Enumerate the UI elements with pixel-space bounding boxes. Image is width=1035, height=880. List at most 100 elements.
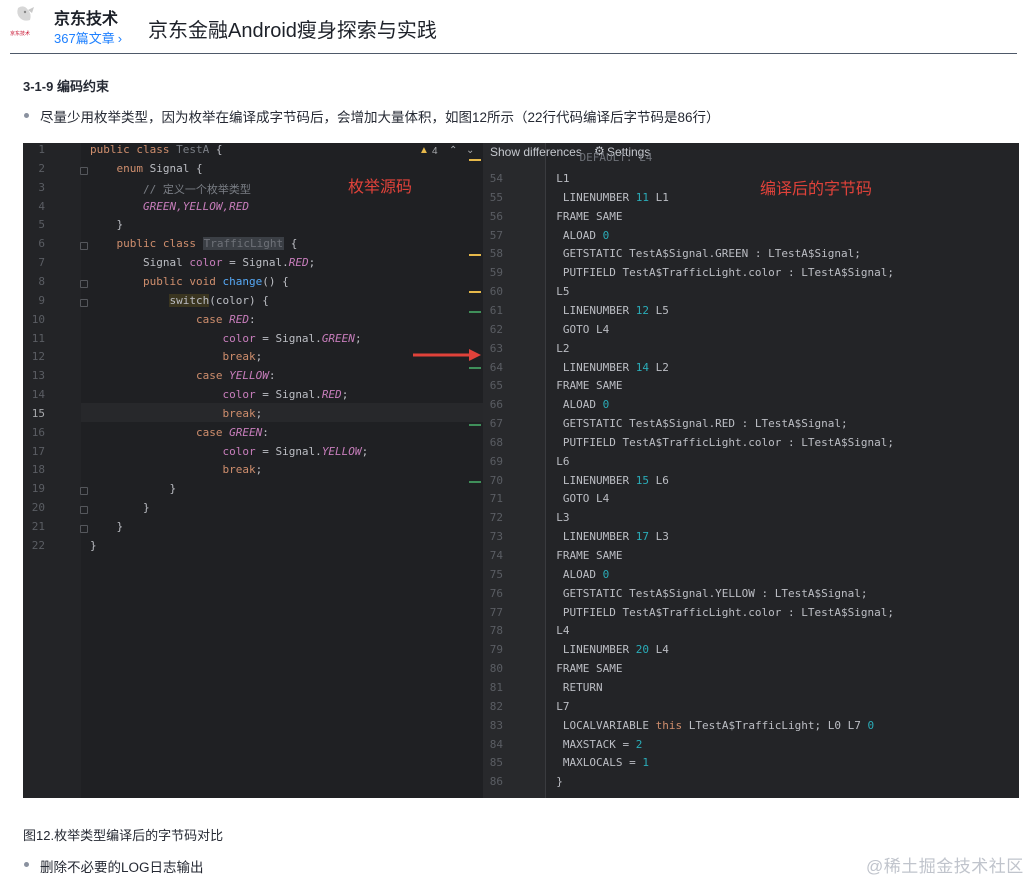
- line-number: 7: [38, 256, 45, 270]
- code-line: break;: [222, 406, 263, 420]
- line-number: 64: [489, 360, 503, 374]
- change-marker: [469, 424, 481, 426]
- bytecode-label: 编译后的字节码: [760, 179, 873, 198]
- line-number: 74: [489, 549, 503, 562]
- fold-marker-icon[interactable]: [80, 298, 88, 307]
- code-line: LINENUMBER 14 L2: [543, 360, 669, 374]
- fold-marker-icon[interactable]: [80, 487, 88, 496]
- change-marker: [469, 367, 481, 369]
- code-line: L4: [543, 624, 570, 638]
- code-line: PUTFIELD TestA$TrafficLight.color : LTes…: [543, 266, 894, 280]
- line-number: 80: [489, 662, 503, 676]
- code-line: color = Signal.YELLOW;: [222, 444, 369, 458]
- change-marker: [469, 291, 481, 293]
- article-header: 京东技术 京东技术 367篇文章 › 京东金融Android瘦身探索与实践: [0, 0, 1035, 56]
- line-number: 68: [489, 435, 503, 449]
- code-line: L6: [543, 454, 570, 468]
- change-marker: [469, 159, 481, 161]
- fold-marker-icon[interactable]: [80, 166, 88, 175]
- line-number: 2: [38, 161, 45, 175]
- code-line: LINENUMBER 12 L5: [543, 303, 669, 317]
- code-line: }: [90, 520, 124, 533]
- code-line: // 定义一个枚举类型: [90, 182, 251, 196]
- line-number: 65: [489, 379, 503, 393]
- line-number: 81: [489, 680, 503, 694]
- code-line: FRAME SAME: [543, 379, 623, 393]
- code-line: Signal color = Signal.RED;: [90, 256, 316, 270]
- line-number: 54: [489, 172, 503, 185]
- line-number: 76: [489, 586, 503, 600]
- line-number: 60: [489, 285, 503, 299]
- line-number: 11: [31, 331, 45, 345]
- chevron-up-icon[interactable]: ⌃: [449, 145, 457, 156]
- paragraph-bullet-2: 删除不必要的LOG日志输出: [40, 860, 204, 875]
- line-number: 84: [489, 737, 503, 751]
- line-number: 61: [489, 303, 503, 317]
- line-number: 17: [31, 444, 45, 458]
- line-number: 73: [489, 530, 503, 544]
- line-number: 16: [31, 425, 45, 439]
- line-number: 86: [489, 775, 503, 789]
- line-number: 6: [38, 237, 45, 251]
- code-line: }: [90, 482, 177, 496]
- line-number: 18: [31, 463, 45, 477]
- code-line: public void change() {: [142, 274, 289, 288]
- fold-marker-icon[interactable]: [80, 279, 88, 288]
- line-number: 20: [31, 501, 45, 515]
- figure-caption: 图12.枚举类型编译后的字节码对比: [23, 828, 224, 843]
- code-line: ALOAD 0: [543, 228, 610, 242]
- code-line: L3: [543, 511, 570, 525]
- code-line: case YELLOW:: [195, 369, 276, 383]
- author-logo[interactable]: 京东技术: [10, 4, 40, 40]
- line-number: 77: [489, 605, 503, 619]
- code-line: MAXSTACK = 2: [543, 737, 643, 751]
- red-arrow-icon: [413, 349, 481, 361]
- fold-marker-icon[interactable]: [80, 525, 88, 533]
- line-number: 79: [489, 643, 503, 657]
- change-marker: [469, 311, 481, 313]
- code-line: GOTO L4: [543, 492, 610, 506]
- code-line: case GREEN:: [195, 425, 269, 439]
- line-number: 3: [38, 180, 45, 194]
- line-number: 72: [489, 511, 503, 525]
- code-line: LINENUMBER 11 L1: [543, 190, 669, 204]
- enum-source-label: 枚举源码: [348, 177, 413, 196]
- chevron-down-icon[interactable]: ⌄: [466, 145, 474, 156]
- watermark: @稀土掘金技术社区: [866, 857, 1024, 876]
- chevron-right-icon: ›: [117, 31, 123, 46]
- code-line: MAXLOCALS = 1: [543, 756, 649, 770]
- code-comparison-figure: Show differences ⚙ Settings ▲ 4 ⌃ ⌄ 1234…: [23, 143, 1019, 798]
- code-line: }: [90, 218, 124, 232]
- code-line: PUTFIELD TestA$TrafficLight.color : LTes…: [543, 605, 894, 619]
- line-number: 22: [31, 538, 45, 552]
- bullet-dot: [24, 862, 29, 867]
- line-number: 8: [38, 274, 45, 288]
- warning-count: 4: [432, 146, 438, 157]
- line-number: 4: [38, 199, 45, 213]
- fold-marker-icon[interactable]: [80, 242, 88, 251]
- article-count-link[interactable]: 367篇文章 ›: [54, 28, 122, 47]
- author-name[interactable]: 京东技术: [54, 5, 118, 29]
- code-line: case RED:: [195, 312, 256, 326]
- line-number: 75: [489, 567, 503, 581]
- code-line: L5: [543, 285, 570, 299]
- code-line: PUTFIELD TestA$TrafficLight.color : LTes…: [543, 435, 894, 449]
- code-line: FRAME SAME: [543, 662, 623, 676]
- code-line: }: [543, 775, 563, 789]
- line-number: 67: [489, 417, 503, 431]
- line-number: 56: [489, 209, 503, 223]
- line-number: 59: [489, 266, 503, 280]
- line-number: 66: [489, 398, 503, 412]
- code-line: GOTO L4: [543, 322, 610, 336]
- line-number: 69: [489, 454, 503, 468]
- code-line: LOCALVARIABLE this LTestA$TrafficLight; …: [543, 718, 875, 732]
- code-line: break;: [222, 463, 263, 477]
- line-number: 78: [489, 624, 503, 638]
- warning-icon[interactable]: ▲: [419, 145, 429, 156]
- line-number: 9: [38, 293, 45, 307]
- header-divider: [10, 53, 1017, 54]
- code-line: LINENUMBER 15 L6: [543, 473, 669, 487]
- line-number: 85: [489, 756, 503, 770]
- bullet-dot: [24, 113, 29, 118]
- fold-marker-icon[interactable]: [80, 506, 88, 515]
